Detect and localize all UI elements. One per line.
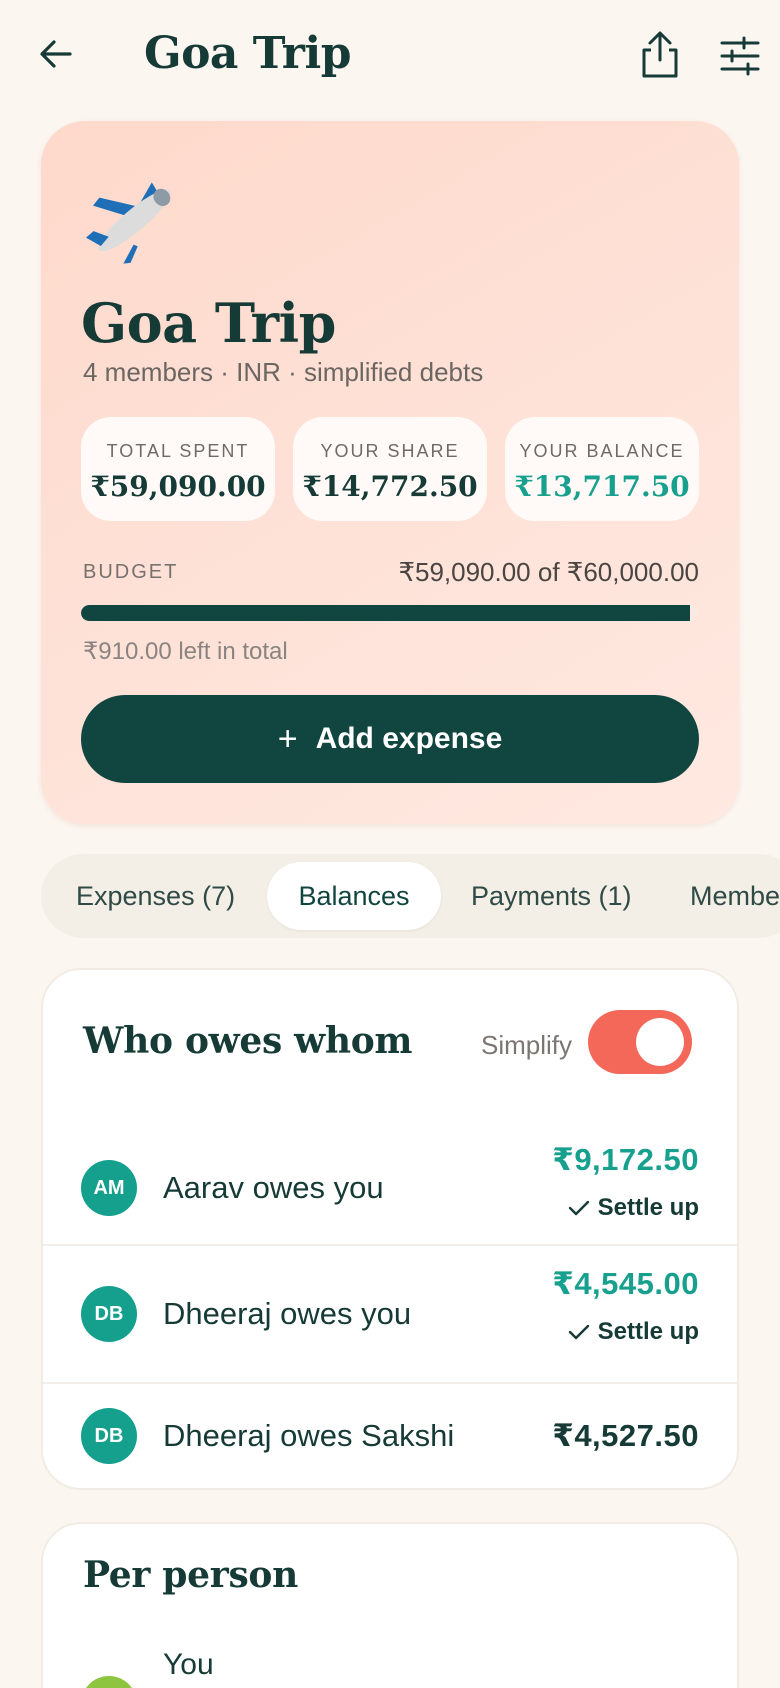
tab-payments[interactable]: Payments (1): [471, 862, 632, 930]
toggle-knob: [636, 1018, 684, 1066]
share-button[interactable]: [638, 30, 682, 80]
avatar: AM: [81, 1160, 137, 1216]
budget-label: BUDGET: [83, 561, 179, 583]
balance-row: DB Dheeraj owes Sakshi ₹4,527.50: [43, 1382, 737, 1488]
budget-progress-fill: [81, 605, 690, 621]
stat-label: YOUR BALANCE: [519, 441, 685, 461]
arrow-left-icon: [40, 40, 72, 68]
your-balance-stat: YOUR BALANCE ₹13,717.50: [505, 417, 699, 521]
stat-value: ₹59,090.00: [90, 470, 266, 503]
per-person-card: Per person You: [41, 1522, 739, 1688]
trip-summary-card: Goa Trip 4 members · INR · simplified de…: [41, 121, 739, 824]
avatar: [81, 1676, 137, 1688]
balance-row: DB Dheeraj owes you ₹4,545.00 Settle up: [43, 1244, 737, 1382]
your-share-stat: YOUR SHARE ₹14,772.50: [293, 417, 487, 521]
add-expense-button[interactable]: + Add expense: [81, 695, 699, 783]
budget-amount: ₹59,090.00 of ₹60,000.00: [398, 557, 699, 587]
balance-text: Dheeraj owes Sakshi: [163, 1418, 455, 1453]
plus-icon: +: [277, 719, 298, 758]
balance-text: Aarav owes you: [163, 1170, 384, 1205]
balance-amount: ₹4,545.00: [552, 1266, 699, 1301]
person-name: You: [163, 1648, 214, 1681]
avatar: DB: [81, 1408, 137, 1464]
trip-title: Goa Trip: [81, 291, 336, 355]
budget-remaining: ₹910.00 left in total: [83, 638, 288, 665]
stat-value: ₹13,717.50: [514, 470, 690, 503]
section-tabs: Expenses (7) Balances Payments (1) Membe…: [41, 854, 780, 938]
check-icon: [568, 1200, 589, 1216]
stat-label: TOTAL SPENT: [106, 441, 250, 461]
check-icon: [568, 1324, 589, 1340]
settle-up-label: Settle up: [597, 1194, 699, 1221]
balance-text: Dheeraj owes you: [163, 1296, 412, 1331]
simplify-label: Simplify: [481, 1030, 573, 1060]
back-button[interactable]: [36, 34, 76, 74]
trip-subtitle: 4 members · INR · simplified debts: [83, 357, 484, 387]
app-header: Goa Trip: [0, 0, 780, 112]
settle-up-label: Settle up: [597, 1318, 699, 1345]
who-owes-whom-card: Who owes whom Simplify AM Aarav owes you…: [41, 968, 739, 1490]
settle-up-button[interactable]: Settle up: [568, 1194, 699, 1222]
tab-members[interactable]: Members: [690, 862, 780, 930]
simplify-toggle[interactable]: [588, 1010, 692, 1074]
balance-amount: ₹9,172.50: [552, 1142, 699, 1177]
total-spent-stat: TOTAL SPENT ₹59,090.00: [81, 417, 275, 521]
filter-button[interactable]: [718, 34, 762, 78]
settle-up-button[interactable]: Settle up: [568, 1318, 699, 1346]
tab-balances[interactable]: Balances: [267, 862, 441, 930]
stat-label: YOUR SHARE: [320, 441, 460, 461]
tab-expenses[interactable]: Expenses (7): [76, 862, 235, 930]
add-expense-label: Add expense: [315, 722, 503, 755]
airplane-icon: [83, 169, 183, 269]
page-title: Goa Trip: [144, 28, 351, 79]
card-title: Per person: [83, 1554, 299, 1596]
budget-progress-bar: [81, 605, 699, 621]
avatar: DB: [81, 1286, 137, 1342]
sliders-icon: [720, 36, 760, 76]
share-icon: [642, 31, 678, 78]
card-title: Who owes whom: [83, 1020, 413, 1062]
stat-value: ₹14,772.50: [302, 470, 478, 503]
balance-row: AM Aarav owes you ₹9,172.50 Settle up: [43, 1108, 737, 1248]
balance-amount: ₹4,527.50: [552, 1418, 699, 1453]
